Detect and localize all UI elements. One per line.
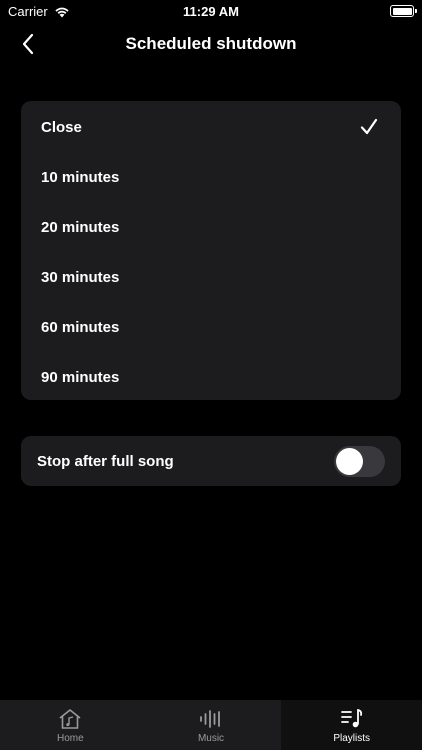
toggle-knob: [336, 447, 363, 475]
option-label: 10 minutes: [41, 168, 120, 186]
option-90-minutes[interactable]: 90 minutes: [21, 352, 401, 402]
option-close[interactable]: Close: [21, 102, 401, 152]
battery-icon: [390, 5, 417, 17]
tab-label: Music: [197, 733, 225, 744]
option-label: 60 minutes: [41, 318, 120, 336]
option-label: 20 minutes: [41, 218, 120, 236]
option-label: 30 minutes: [41, 268, 120, 286]
status-time: 11:29 AM: [183, 4, 239, 19]
playlist-icon: [340, 709, 362, 728]
option-label: 90 minutes: [41, 368, 120, 386]
timer-options-list: Close 10 minutes 20 minutes 30 minutes 6…: [21, 101, 401, 400]
stop-after-song-row: Stop after full song: [21, 436, 401, 486]
option-30-minutes[interactable]: 30 minutes: [21, 252, 401, 302]
navigation-bar: Scheduled shutdown: [0, 24, 422, 64]
waveform-icon: [200, 710, 220, 728]
tab-bar: Home Music Playlists: [0, 700, 422, 750]
status-bar: Carrier 11:29 AM: [0, 0, 422, 24]
tab-home[interactable]: Home: [0, 700, 141, 750]
tab-label: Playlists: [333, 733, 371, 744]
option-label: Close: [41, 118, 82, 136]
home-icon: [59, 709, 81, 729]
option-20-minutes[interactable]: 20 minutes: [21, 202, 401, 252]
checkmark-icon: [360, 118, 378, 135]
tab-playlists[interactable]: Playlists: [281, 700, 422, 750]
option-10-minutes[interactable]: 10 minutes: [21, 152, 401, 202]
tab-label: Home: [56, 733, 84, 744]
tab-music[interactable]: Music: [141, 700, 282, 750]
stop-after-song-label: Stop after full song: [37, 452, 174, 470]
page-title: Scheduled shutdown: [125, 34, 297, 53]
stop-after-song-toggle[interactable]: [334, 445, 385, 477]
option-60-minutes[interactable]: 60 minutes: [21, 302, 401, 352]
